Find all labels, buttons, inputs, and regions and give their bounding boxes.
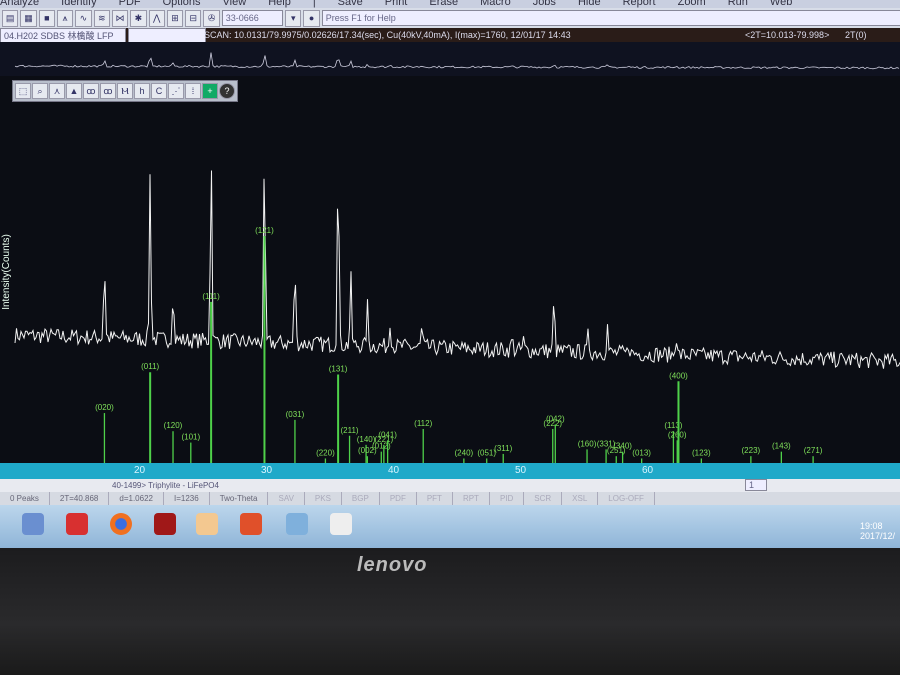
hkl-label: (260) xyxy=(668,430,687,439)
hkl-label: (121) xyxy=(255,226,274,235)
status-flag[interactable]: PKS xyxy=(305,492,342,505)
intensity-trace xyxy=(14,170,900,369)
status-flag[interactable]: BGP xyxy=(342,492,380,505)
hkl-label: (311) xyxy=(494,444,512,453)
hkl-label: (041) xyxy=(378,430,397,439)
axis-icon[interactable]: ⋰ xyxy=(168,83,184,99)
label-icon[interactable]: ꝏ xyxy=(83,83,99,99)
screen: Analyze Identify PDF Options View Help | Save Pr… xyxy=(0,0,900,548)
hkl-label: (223) xyxy=(742,446,761,455)
acrobat-app-icon[interactable] xyxy=(154,513,176,535)
hkl-label: (400) xyxy=(669,371,688,380)
hkl-label: (240) xyxy=(455,448,474,457)
search-app-icon[interactable] xyxy=(196,513,218,535)
plot-toolbar: ⬚ ⌕ ⋏ ▲ ꝏ ꝏ Ⲙ h C ⋰ ⁞ + ? xyxy=(12,80,238,102)
x-tick-label: 30 xyxy=(261,465,273,476)
shield-app-icon[interactable] xyxy=(22,513,44,535)
status-flag[interactable]: RPT xyxy=(453,492,490,505)
clock[interactable]: 19:08 2017/12/ xyxy=(860,521,895,541)
powerpoint-app-icon[interactable] xyxy=(240,513,262,535)
overview-trace xyxy=(14,52,900,70)
x-tick-label: 20 xyxy=(134,465,146,476)
firefox-app-icon[interactable] xyxy=(110,513,132,535)
hkl-label: (143) xyxy=(772,442,791,451)
status-flag[interactable]: SCR xyxy=(524,492,563,505)
reference-card[interactable]: 40-1499> Triphylite - LiFePO4 xyxy=(112,479,219,492)
x-tick-label: 60 xyxy=(642,465,654,476)
peak-mark-icon[interactable]: ⋏ xyxy=(49,83,65,99)
status-flag[interactable]: XSL xyxy=(562,492,599,505)
x-axis: 20 30 40 50 60 xyxy=(0,463,900,479)
jade-app-icon[interactable] xyxy=(330,513,352,535)
hkl-label: (020) xyxy=(95,403,114,412)
label2-icon[interactable]: ꝏ xyxy=(100,83,116,99)
hkl-label: (031) xyxy=(286,410,305,419)
hkl-label: (101) xyxy=(181,433,200,442)
page-field[interactable]: 1 xyxy=(745,479,767,491)
select-icon[interactable]: ⬚ xyxy=(15,83,31,99)
status-mode: Two-Theta xyxy=(210,492,269,505)
hkl-label: (271) xyxy=(804,446,823,455)
hkl-label: (111) xyxy=(202,292,220,301)
status-flag[interactable]: SAV xyxy=(268,492,305,505)
youdao-app-icon[interactable] xyxy=(66,513,88,535)
hkl-label: (112) xyxy=(414,419,432,428)
hkl-label: (123) xyxy=(692,448,711,457)
status-d: d=1.0622 xyxy=(109,492,164,505)
hkl-label: (013) xyxy=(632,448,651,457)
status-two_theta: 2T=40.868 xyxy=(50,492,110,505)
hkl-label: (120) xyxy=(164,421,183,430)
status-peaks: 0 Peaks xyxy=(0,492,50,505)
wave-icon[interactable]: Ⲙ xyxy=(117,83,133,99)
fill-icon[interactable]: ▲ xyxy=(66,83,82,99)
x-tick-label: 40 xyxy=(388,465,400,476)
y-axis-label: Intensity(Counts) xyxy=(1,234,12,310)
hkl-icon[interactable]: h xyxy=(134,83,150,99)
hkl-label: (011) xyxy=(141,362,159,371)
taskbar: 19:08 2017/12/ xyxy=(0,505,900,548)
laptop-bezel: lenovo xyxy=(0,548,900,675)
x-tick-label: 50 xyxy=(515,465,527,476)
status-flag[interactable]: PID xyxy=(490,492,525,505)
status-flag[interactable]: PFT xyxy=(417,492,453,505)
hkl-label: (160) xyxy=(578,439,597,448)
hkl-label: (113) xyxy=(664,421,682,430)
hkl-label: (131) xyxy=(329,364,348,373)
help-icon[interactable]: ? xyxy=(219,83,235,99)
status-i: I=1236 xyxy=(164,492,210,505)
brand-logo: lenovo xyxy=(357,554,428,576)
hkl-label: (042) xyxy=(546,414,565,423)
status-flag[interactable]: PDF xyxy=(380,492,417,505)
hkl-label: (340) xyxy=(613,442,632,451)
hkl-label: (220) xyxy=(316,448,335,457)
add-icon[interactable]: + xyxy=(202,83,218,99)
status-bar: 0 Peaks 2T=40.868 d=1.0622 I=1236 Two-Theta S… xyxy=(0,492,900,505)
reference-row: 40-1499> Triphylite - LiFePO4 1 xyxy=(0,479,900,492)
zoom-icon[interactable]: ⌕ xyxy=(32,83,48,99)
scanner-app-icon[interactable] xyxy=(286,513,308,535)
scale-icon[interactable]: ⁞ xyxy=(185,83,201,99)
c-icon[interactable]: C xyxy=(151,83,167,99)
status-flag[interactable]: LOG-OFF xyxy=(598,492,655,505)
hkl-label: (211) xyxy=(341,426,359,435)
